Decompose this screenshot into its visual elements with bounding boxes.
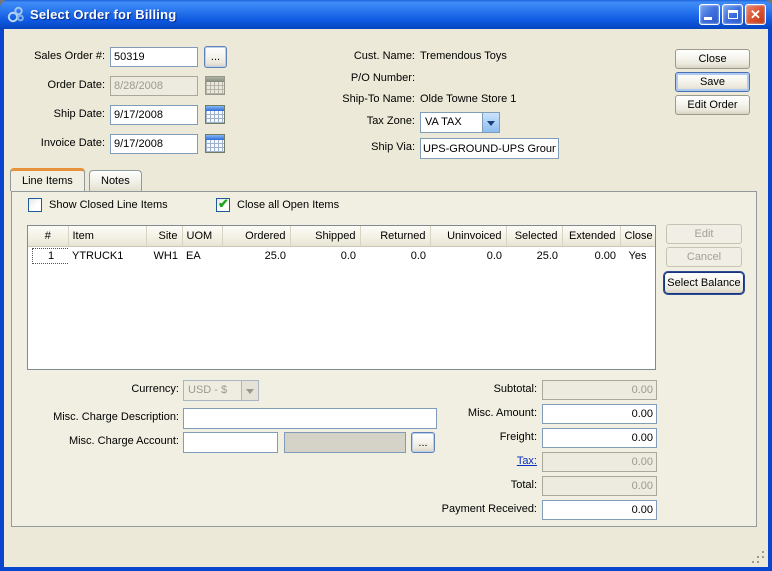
col-header-extended[interactable]: Extended [562,226,620,246]
misc-amount-label: Misc. Amount: [362,407,537,419]
tax-zone-label: Tax Zone: [300,115,415,127]
sales-order-input[interactable] [110,47,198,67]
currency-select: USD - $ [183,380,259,401]
minimize-icon [704,17,712,20]
maximize-icon [728,10,738,19]
sales-order-browse-button[interactable]: ... [204,46,227,68]
maximize-button[interactable] [722,4,743,25]
misc-charge-account-input[interactable] [183,432,278,453]
ship-via-label: Ship Via: [300,141,415,153]
invoice-date-input[interactable] [110,134,198,154]
sales-order-label: Sales Order #: [8,50,105,62]
close-button[interactable]: Close [675,49,750,69]
tab-notes[interactable]: Notes [89,170,142,191]
cell-returned: 0.0 [360,246,430,265]
order-date-input [110,76,198,96]
check-icon: ✔ [218,196,229,212]
cancel-button[interactable]: Cancel [666,247,742,267]
col-header-num[interactable]: # [28,226,68,246]
col-header-item[interactable]: Item [68,226,146,246]
order-date-label: Order Date: [8,79,105,91]
row-number: 1 [32,248,68,264]
ship-date-input[interactable] [110,105,198,125]
dialog-body: Sales Order #: ... Order Date: Ship Date… [4,29,768,567]
currency-value: USD - $ [184,381,241,400]
ship-via-input[interactable] [420,138,559,159]
invoice-date-label: Invoice Date: [8,137,105,149]
ship-to-name-label: Ship-To Name: [300,93,415,105]
close-window-button[interactable]: ✕ [745,4,766,25]
tax-link[interactable]: Tax: [517,455,537,467]
col-header-site[interactable]: Site [146,226,182,246]
ship-date-label: Ship Date: [8,108,105,120]
cell-selected: 25.0 [506,246,562,265]
col-header-ordered[interactable]: Ordered [222,226,290,246]
ship-date-calendar-icon[interactable] [205,105,225,124]
col-header-uninvoiced[interactable]: Uninvoiced [430,226,506,246]
invoice-date-calendar-icon[interactable] [205,134,225,153]
edit-button[interactable]: Edit [666,224,742,244]
col-header-close[interactable]: Close [620,226,655,246]
payment-received-input[interactable] [542,500,657,520]
show-closed-label: Show Closed Line Items [49,199,168,211]
select-balance-button[interactable]: Select Balance [664,272,744,294]
freight-input[interactable] [542,428,657,448]
col-header-shipped[interactable]: Shipped [290,226,360,246]
close-all-checkbox[interactable]: ✔ [216,198,230,212]
misc-charge-description-label: Misc. Charge Description: [12,411,179,423]
po-number-label: P/O Number: [300,72,415,84]
close-icon: ✕ [746,6,765,23]
titlebar[interactable]: Select Order for Billing ✕ [0,0,772,29]
tax-link-wrap: Tax: [362,455,537,467]
misc-charge-account-label: Misc. Charge Account: [12,435,179,447]
cell-uom: EA [182,246,222,265]
select-order-for-billing-window: Select Order for Billing ✕ Sales Order #… [0,0,772,571]
resize-grip[interactable] [762,561,764,563]
edit-order-button[interactable]: Edit Order [675,95,750,115]
currency-label: Currency: [12,383,179,395]
subtotal-label: Subtotal: [362,383,537,395]
col-header-returned[interactable]: Returned [360,226,430,246]
cell-site: WH1 [146,246,182,265]
cust-name-label: Cust. Name: [300,50,415,62]
payment-received-label: Payment Received: [362,503,537,515]
ship-to-name-value: Olde Towne Store 1 [420,93,516,105]
line-items-list: # Item Site UOM Ordered Shipped Returned… [27,225,656,370]
tax-field [542,452,657,472]
tax-zone-select[interactable]: VA TAX [420,112,500,133]
tax-zone-dropdown-icon[interactable] [482,113,499,132]
cell-item: YTRUCK1 [68,246,146,265]
line-items-pane: Show Closed Line Items ✔ Close all Open … [11,191,757,527]
table-row[interactable]: 1 YTRUCK1 WH1 EA 25.0 0.0 0.0 0.0 25.0 0… [28,246,655,265]
table-header-row: # Item Site UOM Ordered Shipped Returned… [28,226,655,246]
col-header-uom[interactable]: UOM [182,226,222,246]
subtotal-field [542,380,657,400]
line-items-table: # Item Site UOM Ordered Shipped Returned… [28,226,655,265]
tab-line-items[interactable]: Line Items [10,168,85,191]
cell-shipped: 0.0 [290,246,360,265]
tax-zone-value: VA TAX [421,113,482,132]
total-field [542,476,657,496]
col-header-selected[interactable]: Selected [506,226,562,246]
total-label: Total: [362,479,537,491]
freight-label: Freight: [362,431,537,443]
misc-amount-input[interactable] [542,404,657,424]
app-icon [7,6,25,23]
cell-uninvoiced: 0.0 [430,246,506,265]
order-date-calendar-icon [205,76,225,95]
window-title: Select Order for Billing [30,7,176,22]
show-closed-checkbox[interactable] [28,198,42,212]
currency-dropdown-icon [241,381,258,400]
minimize-button[interactable] [699,4,720,25]
cell-ordered: 25.0 [222,246,290,265]
cell-extended: 0.00 [562,246,620,265]
save-button[interactable]: Save [675,72,750,92]
close-all-label: Close all Open Items [237,199,339,211]
cust-name-value: Tremendous Toys [420,50,507,62]
cell-close: Yes [620,246,655,265]
